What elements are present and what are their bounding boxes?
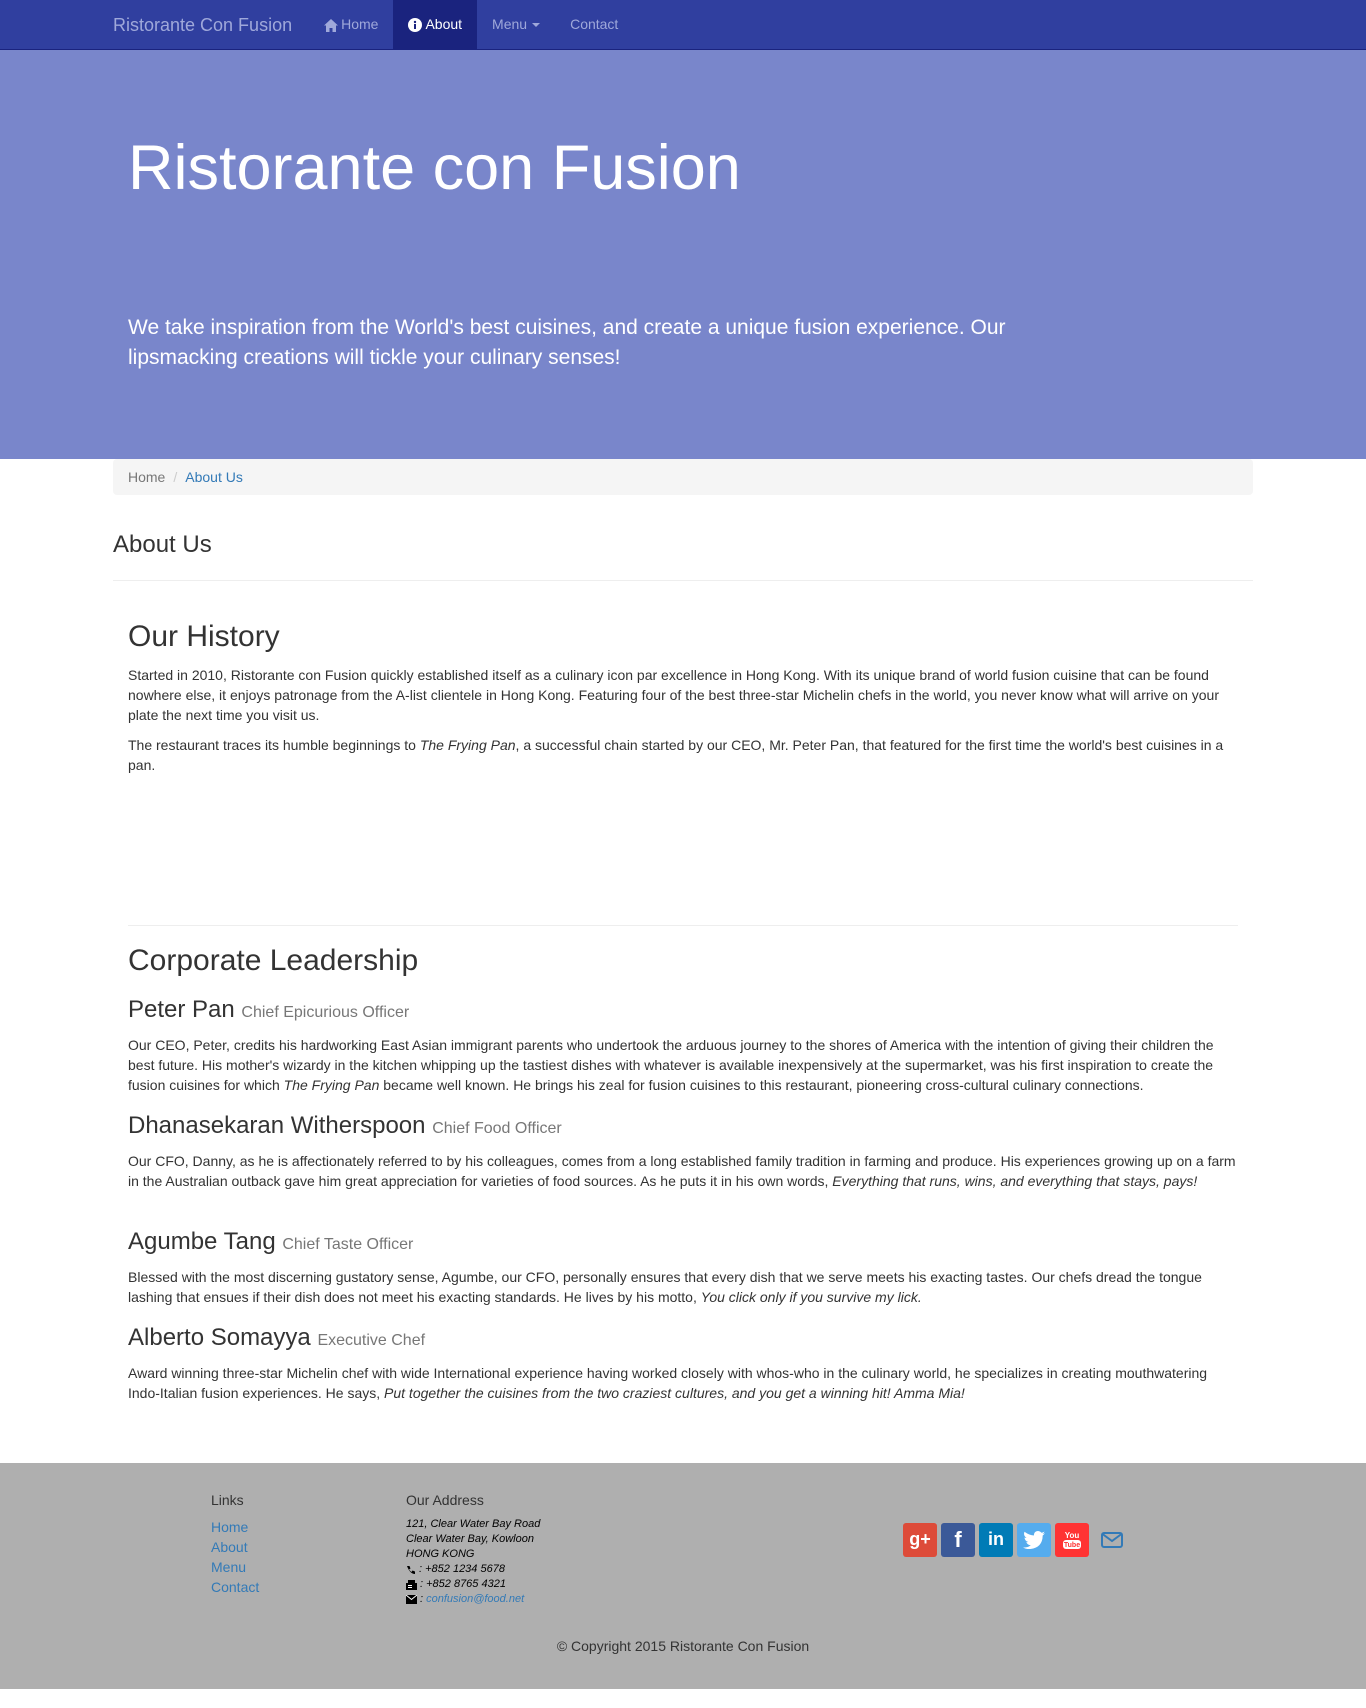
leader-role: Chief Food Officer [432, 1120, 562, 1137]
heading-divider [113, 580, 1253, 581]
home-icon [324, 18, 339, 32]
address-line: HONG KONG [406, 1548, 475, 1560]
history-paragraph-1: Started in 2010, Ristorante con Fusion q… [128, 667, 1220, 723]
nav-item-menu-label: Menu [492, 16, 528, 32]
nav-item-contact-label: Contact [570, 16, 619, 32]
address-fax-row: : +852 8765 4321 [406, 1577, 540, 1592]
nav-item-about-label: About [425, 16, 463, 32]
footer-link-item: About [211, 1537, 259, 1557]
leader-bio-peter-pan: Our CEO, Peter, credits his hardworking … [128, 1037, 1214, 1093]
address-email-link[interactable]: confusion@food.net [426, 1592, 524, 1607]
footer-links-heading: Links [211, 1492, 244, 1508]
breadcrumb-home-link[interactable]: Home [128, 469, 165, 485]
jumbotron: Ristorante con Fusion We take inspiratio… [0, 50, 1366, 459]
footer-link-item: Home [211, 1517, 259, 1537]
leader-role: Chief Taste Officer [282, 1236, 414, 1253]
footer-link-item: Menu [211, 1557, 259, 1577]
address-email-row: : confusion@food.net [406, 1592, 540, 1607]
navbar: Ristorante Con Fusion Home About Menu Co… [0, 0, 1366, 50]
caret-down-icon [532, 23, 541, 27]
twitter-icon[interactable] [1017, 1523, 1051, 1557]
leader-name-peter-pan: Peter Pan Chief Epicurious Officer [128, 996, 410, 1023]
nav-item-menu-dropdown[interactable]: Menu [477, 0, 555, 50]
leader-name-alberto-somayya: Alberto Somayya Executive Chef [128, 1324, 426, 1351]
footer-link-home[interactable]: Home [211, 1519, 248, 1535]
history-heading: Our History [128, 620, 280, 653]
address-line: 121, Clear Water Bay Road [406, 1518, 541, 1530]
phone-icon [407, 1565, 415, 1574]
leader-name-dhanasekaran-witherspoon: Dhanasekaran Witherspoon Chief Food Offi… [128, 1112, 562, 1139]
leader-bio-agumbe-tang: Blessed with the most discerning gustato… [128, 1269, 1202, 1305]
address-phone-row: : +852 1234 5678 [406, 1562, 540, 1577]
address-fax: : +852 8765 4321 [420, 1578, 506, 1590]
social-buttons: g+ f in You Tube [903, 1523, 1123, 1557]
svg-text:You: You [1065, 1531, 1080, 1540]
copyright-text: © Copyright 2015 Ristorante Con Fusion [556, 1638, 810, 1654]
address-line: Clear Water Bay, Kowloon [406, 1533, 534, 1545]
address-phone: : +852 1234 5678 [419, 1563, 505, 1575]
footer-link-menu[interactable]: Menu [211, 1559, 246, 1575]
navbar-brand[interactable]: Ristorante Con Fusion [113, 0, 307, 50]
history-paragraph-2: The restaurant traces its humble beginni… [128, 737, 1224, 773]
leader-bio-dhanasekaran-witherspoon: Our CFO, Danny, as he is affectionately … [128, 1153, 1236, 1189]
section-divider [128, 925, 1238, 926]
breadcrumb-separator: / [173, 469, 178, 485]
fax-icon [406, 1579, 417, 1590]
nav-item-contact[interactable]: Contact [555, 0, 633, 50]
leader-bio-alberto-somayya: Award winning three-star Michelin chef w… [128, 1365, 1208, 1401]
youtube-icon[interactable]: You Tube [1055, 1523, 1089, 1557]
jumbotron-text: We take inspiration from the World's bes… [128, 316, 1006, 369]
footer-link-about[interactable]: About [211, 1539, 248, 1555]
breadcrumb-current: About Us [185, 469, 243, 485]
envelope-icon [406, 1595, 417, 1604]
footer-link-contact[interactable]: Contact [211, 1579, 259, 1595]
jumbotron-title: Ristorante con Fusion [128, 133, 741, 203]
leader-role: Chief Epicurious Officer [241, 1004, 410, 1021]
google-plus-icon[interactable]: g+ [903, 1523, 937, 1557]
leadership-heading: Corporate Leadership [128, 944, 419, 977]
linkedin-icon[interactable]: in [979, 1523, 1013, 1557]
info-sign-icon [408, 18, 423, 32]
footer-address: 121, Clear Water Bay Road Clear Water Ba… [406, 1517, 540, 1607]
leader-role: Executive Chef [317, 1332, 426, 1349]
nav-item-about[interactable]: About [393, 0, 478, 50]
footer-address-heading: Our Address [406, 1492, 484, 1508]
page-title: About Us [113, 531, 212, 558]
nav-item-home-label: Home [341, 16, 379, 32]
navbar-inner: Ristorante Con Fusion Home About Menu Co… [113, 0, 633, 50]
svg-text:Tube: Tube [1064, 1542, 1080, 1549]
facebook-icon[interactable]: f [941, 1523, 975, 1557]
footer-link-item: Contact [211, 1577, 259, 1597]
breadcrumb: Home / About Us [113, 459, 1253, 495]
envelope-icon[interactable] [1101, 1532, 1123, 1548]
footer-links: Home About Menu Contact [211, 1517, 259, 1597]
nav-item-home[interactable]: Home [309, 0, 393, 50]
leader-name-agumbe-tang: Agumbe Tang Chief Taste Officer [128, 1228, 414, 1255]
